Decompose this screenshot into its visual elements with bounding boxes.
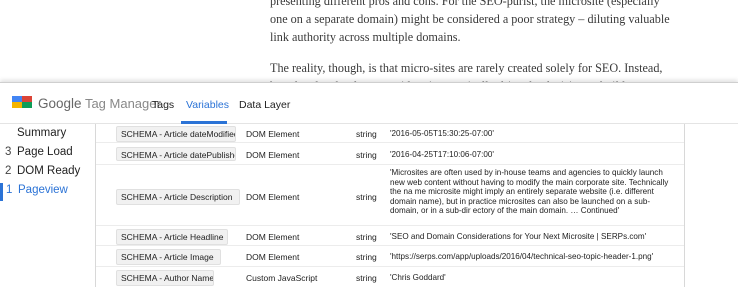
data-type: string	[356, 252, 377, 262]
event-number: 3	[5, 146, 12, 158]
sidebar-item-dom-ready[interactable]: 2 DOM Ready	[0, 164, 95, 182]
tab-data-layer[interactable]: Data Layer	[239, 99, 290, 111]
sidebar-item-page-load[interactable]: 3 Page Load	[0, 145, 95, 163]
variable-value: '2016-05-05T15:30:25-07:00'	[390, 129, 494, 138]
table-row: SCHEMA - Article Description DOM Element…	[96, 165, 684, 226]
event-number: 1	[6, 184, 13, 196]
variable-name: SCHEMA - Article Description	[116, 189, 240, 205]
data-type: string	[356, 232, 377, 242]
variables-table: SCHEMA - Article dateModified DOM Elemen…	[95, 124, 685, 287]
variable-value: 'https://serps.com/app/uploads/2016/04/t…	[390, 252, 654, 261]
variable-value: '2016-04-25T17:10:06-07:00'	[390, 150, 494, 159]
sidebar-item-summary[interactable]: Summary	[0, 126, 95, 144]
variable-type: Custom JavaScript	[246, 273, 318, 283]
sidebar-item-pageview[interactable]: 1 Pageview	[0, 183, 95, 201]
article-background: presenting different pros and cons. For …	[0, 0, 738, 82]
variable-value: 'Chris Goddard'	[390, 273, 446, 282]
variable-type: DOM Element	[246, 150, 300, 160]
variable-value: 'SEO and Domain Considerations for Your …	[390, 232, 647, 241]
variable-type: DOM Element	[246, 129, 300, 139]
tag-manager-debug-panel: Google Tag Manager Tags Variables Data L…	[0, 82, 738, 287]
table-row: SCHEMA - Author Name Custom JavaScript s…	[96, 267, 684, 287]
variable-value: 'Microsites are often used by in-house t…	[390, 168, 669, 216]
table-row: SCHEMA - Article datePublished DOM Eleme…	[96, 143, 684, 165]
variable-name: SCHEMA - Article Image	[116, 249, 221, 265]
event-sidebar: Summary 3 Page Load 2 DOM Ready 1 Pagevi…	[0, 124, 95, 287]
event-number: 2	[5, 165, 12, 177]
table-row: SCHEMA - Article Headline DOM Element st…	[96, 226, 684, 246]
variable-type: DOM Element	[246, 232, 300, 242]
data-type: string	[356, 150, 377, 160]
right-gutter	[686, 124, 738, 287]
table-row: SCHEMA - Article Image DOM Element strin…	[96, 246, 684, 267]
variable-name: SCHEMA - Author Name	[116, 270, 214, 286]
data-type: string	[356, 129, 377, 139]
tab-variables[interactable]: Variables	[186, 99, 229, 111]
variable-type: DOM Element	[246, 192, 300, 202]
table-row: SCHEMA - Article dateModified DOM Elemen…	[96, 124, 684, 143]
data-type: string	[356, 192, 377, 202]
brand-product: Tag Manager	[84, 96, 161, 111]
product-name: Google Tag Manager	[38, 96, 161, 111]
variable-name: SCHEMA - Article Headline	[116, 229, 228, 245]
sidebar-item-label: DOM Ready	[17, 165, 81, 177]
debug-panel-header: Google Tag Manager Tags Variables Data L…	[0, 83, 738, 124]
sidebar-item-label: Pageview	[18, 184, 68, 196]
article-paragraph: The reality, though, is that micro-sites…	[270, 61, 663, 82]
variable-type: DOM Element	[246, 252, 300, 262]
tag-manager-logo-icon	[12, 96, 32, 108]
data-type: string	[356, 273, 377, 283]
tab-tags[interactable]: Tags	[152, 99, 174, 111]
article-paragraph: presenting different pros and cons. For …	[270, 0, 670, 44]
sidebar-item-label: Summary	[17, 127, 67, 139]
variable-name: SCHEMA - Article dateModified	[116, 126, 236, 142]
sidebar-item-label: Page Load	[17, 146, 73, 158]
variable-name: SCHEMA - Article datePublished	[116, 147, 236, 161]
brand-google: Google	[38, 96, 82, 111]
